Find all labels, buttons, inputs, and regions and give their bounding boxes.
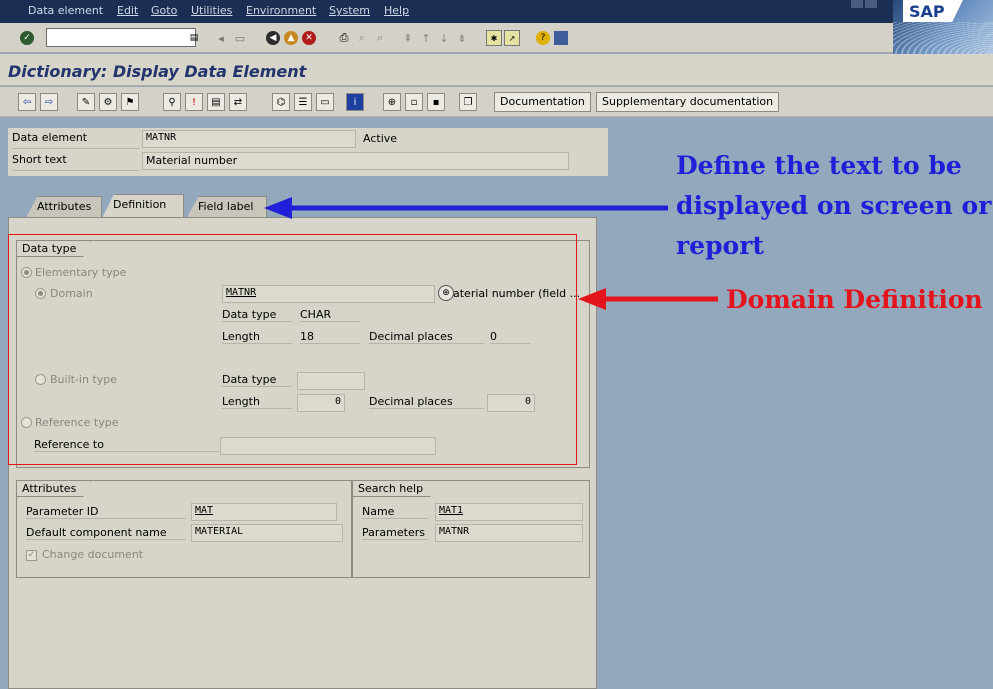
first-page-icon[interactable]: ⇞ (400, 30, 416, 46)
node-icon[interactable]: ⊕ (383, 93, 401, 111)
shortcut-icon[interactable]: ↗ (504, 30, 520, 46)
parameter-id-label: Parameter ID (26, 505, 186, 519)
other-object-back-icon[interactable]: ⇦ (18, 93, 36, 111)
back-icon[interactable]: ◀ (266, 31, 280, 45)
field-label-annotation-line2: displayed on screen or (676, 191, 992, 220)
short-text-field: Material number (142, 152, 569, 170)
search-help-name-field[interactable]: MAT1 (435, 503, 583, 521)
maximize-window-icon[interactable] (865, 0, 877, 8)
info-icon[interactable]: i (346, 93, 364, 111)
title-bar: Dictionary: Display Data Element (0, 54, 993, 86)
default-component-name-label: Default component name (26, 526, 186, 540)
tab-attributes[interactable]: Attributes (26, 196, 102, 217)
menu-edit[interactable]: Edit (117, 4, 138, 17)
header-panel: Data element MATNR Active Short text Mat… (8, 128, 608, 176)
change-document-checkbox[interactable]: ✓ (26, 550, 37, 561)
check-icon[interactable]: ⚙ (99, 93, 117, 111)
menu-bar: Data element Edit Goto Utilities Environ… (0, 0, 993, 23)
previous-page-icon[interactable]: ↑ (418, 30, 434, 46)
hierarchy-icon[interactable]: ⌬ (272, 93, 290, 111)
information-flag-icon[interactable]: ! (185, 93, 203, 111)
menu-system[interactable]: System (329, 4, 370, 17)
collapse-command-icon[interactable]: ◂ (213, 30, 229, 46)
field-label-annotation-line3: report (676, 231, 764, 260)
screen-icon[interactable]: ▭ (316, 93, 334, 111)
attributes-group: Attributes Parameter ID MAT Default comp… (16, 480, 352, 578)
field-label-annotation: Define the text to be displayed on scree… (676, 146, 991, 266)
data-element-field: MATNR (142, 130, 356, 148)
exit-icon[interactable]: ▲ (284, 31, 298, 45)
display-change-icon[interactable]: ✎ (77, 93, 95, 111)
search-help-group: Search help Name MAT1 Parameters MATNR (352, 480, 590, 578)
sap-brand-area: SAP (893, 0, 993, 54)
activate-icon[interactable]: ⚑ (121, 93, 139, 111)
menu-utilities[interactable]: Utilities (191, 4, 232, 17)
supplementary-documentation-button[interactable]: Supplementary documentation (596, 92, 780, 112)
next-page-icon[interactable]: ↓ (436, 30, 452, 46)
copy-object-icon[interactable]: ❐ (459, 93, 477, 111)
search-help-name-label: Name (362, 505, 428, 519)
parameter-id-field[interactable]: MAT (191, 503, 337, 521)
navigation-icon[interactable]: ⇄ (229, 93, 247, 111)
structure-icon[interactable]: ☰ (294, 93, 312, 111)
display-object-list-icon[interactable]: ▤ (207, 93, 225, 111)
field-label-annotation-line1: Define the text to be (676, 151, 962, 180)
search-help-parameters-field[interactable]: MATNR (435, 524, 583, 542)
other-object-forward-icon[interactable]: ⇨ (40, 93, 58, 111)
search-help-group-title: Search help (352, 480, 438, 497)
attributes-group-title: Attributes (16, 480, 91, 497)
save-icon[interactable]: ▭ (232, 30, 248, 46)
minimize-window-icon[interactable] (851, 0, 863, 8)
domain-definition-highlight-box (8, 234, 577, 465)
page-title: Dictionary: Display Data Element (8, 62, 307, 81)
last-page-icon[interactable]: ⇟ (454, 30, 470, 46)
domain-definition-annotation: Domain Definition (726, 285, 983, 314)
where-used-icon[interactable]: ⚲ (163, 93, 181, 111)
command-history-icon[interactable]: ▤ (186, 30, 202, 46)
sap-decoration (893, 22, 993, 54)
data-element-label: Data element (12, 131, 140, 149)
edit-object-icon[interactable]: ▪ (427, 93, 445, 111)
menu-environment[interactable]: Environment (246, 4, 316, 17)
find-icon[interactable]: ⌕ (354, 30, 370, 46)
change-document-label: Change document (42, 548, 144, 561)
enter-checkmark-icon[interactable]: ✓ (20, 31, 34, 45)
layout-menu-icon[interactable] (554, 31, 568, 45)
status-text: Active (363, 132, 398, 145)
sap-logo: SAP (903, 0, 963, 22)
menu-goto[interactable]: Goto (151, 4, 177, 17)
application-toolbar: ⇦ ⇨ ✎ ⚙ ⚑ ⚲ ! ▤ ⇄ ⌬ ☰ ▭ i ⊕ ▫ ▪ ❐ Docume… (0, 87, 993, 117)
system-toolbar: ✓ ▤ ◂ ▭ ◀ ▲ ✕ ⎙ ⌕ ⌕ ⇞ ↑ ↓ ⇟ ✱ ↗ ? (0, 23, 893, 53)
cancel-icon[interactable]: ✕ (302, 31, 316, 45)
tab-definition[interactable]: Definition (102, 194, 184, 218)
tab-field-label[interactable]: Field label (187, 196, 267, 217)
menu-help[interactable]: Help (384, 4, 409, 17)
create-session-icon[interactable]: ✱ (486, 30, 502, 46)
short-text-label: Short text (12, 153, 140, 171)
print-icon[interactable]: ⎙ (336, 30, 352, 46)
new-object-icon[interactable]: ▫ (405, 93, 423, 111)
search-help-parameters-label: Parameters (362, 526, 428, 540)
default-component-name-field[interactable]: MATERIAL (191, 524, 343, 542)
documentation-button[interactable]: Documentation (494, 92, 591, 112)
menu-data-element[interactable]: Data element (28, 4, 103, 17)
command-field[interactable] (46, 28, 196, 47)
help-icon[interactable]: ? (536, 31, 550, 45)
find-next-icon[interactable]: ⌕ (372, 30, 388, 46)
